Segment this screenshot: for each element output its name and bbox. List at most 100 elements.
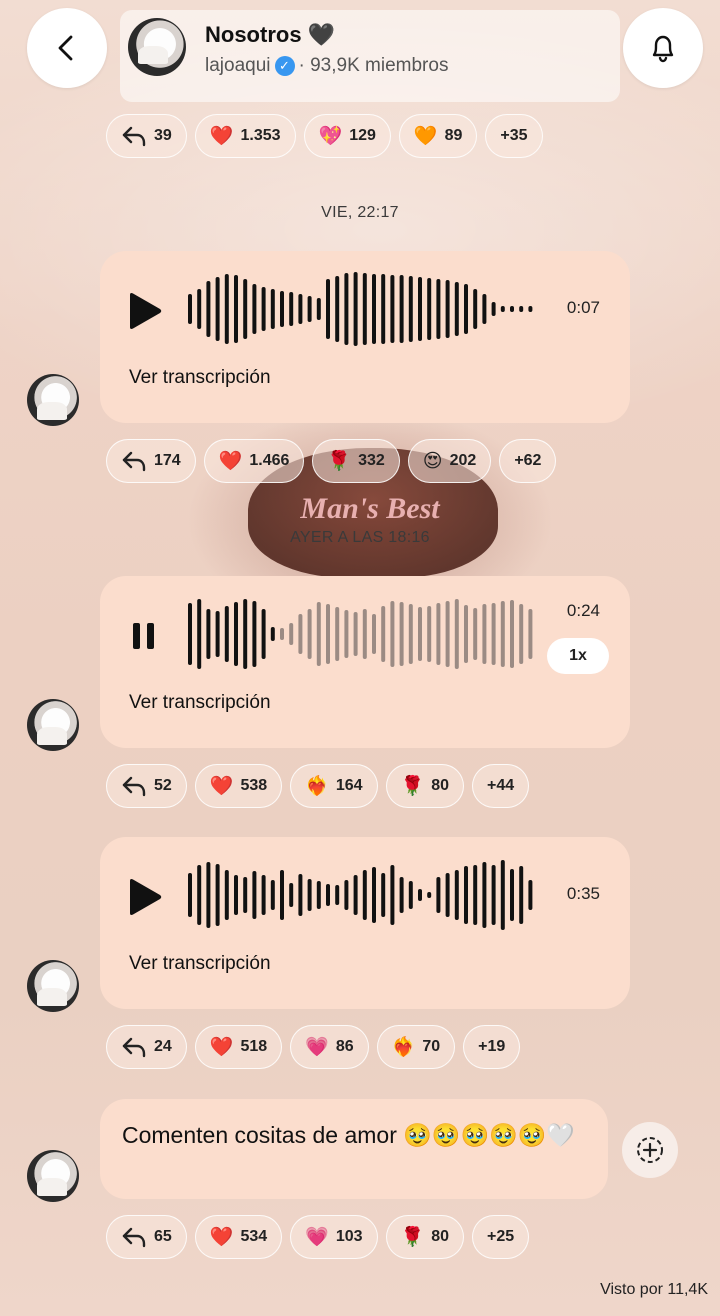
more-reactions-chip[interactable]: +25 bbox=[472, 1215, 530, 1259]
more-reactions-chip[interactable]: +44 bbox=[472, 764, 530, 808]
reaction-emoji: 💖 bbox=[318, 125, 343, 147]
reaction-emoji: ❤️‍🔥 bbox=[305, 775, 329, 797]
waveform[interactable] bbox=[186, 594, 536, 674]
waveform-bar bbox=[252, 601, 257, 667]
channel-info[interactable]: Nosotros 🖤 lajoaqui ✓ · 93,9K miembros bbox=[120, 10, 620, 102]
reply-count-chip[interactable]: 24 bbox=[106, 1025, 187, 1069]
waveform[interactable] bbox=[186, 855, 536, 935]
reaction-chip[interactable]: ❤️ 518 bbox=[194, 1025, 283, 1069]
waveform-bar bbox=[353, 612, 358, 656]
reaction-chip[interactable]: ❤️ 1.466 bbox=[203, 439, 305, 483]
voice-note-bubble[interactable]: 0:07 Ver transcripción bbox=[100, 251, 630, 423]
sender-avatar[interactable] bbox=[27, 374, 79, 426]
reaction-chip[interactable]: 😍 202 bbox=[407, 439, 492, 483]
waveform-bar bbox=[436, 279, 441, 339]
sender-avatar[interactable] bbox=[27, 1150, 79, 1202]
waveform-bar bbox=[224, 870, 229, 920]
waveform-bar bbox=[289, 883, 294, 907]
reaction-count: 332 bbox=[358, 452, 385, 469]
reaction-row: 174 ❤️ 1.466 🌹 332 😍 202 +62 bbox=[106, 439, 557, 483]
waveform-bar bbox=[261, 875, 266, 915]
waveform-bar bbox=[335, 885, 340, 905]
play-icon[interactable] bbox=[124, 291, 164, 331]
waveform-bar bbox=[243, 877, 248, 913]
waveform-bar bbox=[418, 889, 422, 901]
sender-avatar[interactable] bbox=[27, 960, 79, 1012]
reaction-emoji: 🧡 bbox=[413, 125, 438, 147]
reaction-count: 202 bbox=[449, 452, 477, 469]
reaction-chip[interactable]: 🌹 80 bbox=[385, 1215, 465, 1259]
text-message-bubble[interactable]: Comenten cositas de amor 🥹🥹🥹🥹🥹🤍 bbox=[100, 1099, 608, 1199]
waveform-bar bbox=[270, 289, 275, 329]
reaction-chip[interactable]: 💗 103 bbox=[290, 1215, 378, 1259]
waveform-bar bbox=[528, 306, 533, 312]
more-reactions-chip[interactable]: +19 bbox=[463, 1025, 521, 1069]
reaction-chip[interactable]: ❤️ 538 bbox=[194, 764, 283, 808]
waveform-bar bbox=[482, 294, 487, 324]
reaction-count: 129 bbox=[349, 127, 376, 144]
waveform-bar bbox=[289, 623, 294, 645]
reaction-chip[interactable]: 💗 86 bbox=[290, 1025, 369, 1069]
reaction-count: +25 bbox=[487, 1228, 515, 1245]
add-circle-icon bbox=[637, 1137, 663, 1163]
waveform-bar bbox=[215, 611, 220, 657]
more-reactions-chip[interactable]: +35 bbox=[485, 114, 543, 158]
waveform-bar bbox=[454, 599, 459, 669]
reaction-chip[interactable]: 🧡 89 bbox=[398, 114, 478, 158]
add-reaction-button[interactable] bbox=[622, 1122, 678, 1178]
notifications-button[interactable] bbox=[623, 8, 703, 88]
view-transcript-link[interactable]: Ver transcripción bbox=[129, 367, 271, 389]
back-button[interactable] bbox=[27, 8, 107, 88]
waveform-bar bbox=[528, 609, 533, 659]
sender-avatar[interactable] bbox=[27, 699, 79, 751]
reaction-emoji: ❤️ bbox=[209, 1226, 234, 1248]
reaction-chip[interactable]: ❤️ 534 bbox=[194, 1215, 283, 1259]
voice-note-bubble[interactable]: 0:35 Ver transcripción bbox=[100, 837, 630, 1009]
waveform-bar bbox=[270, 627, 275, 641]
reaction-chip[interactable]: 💖 129 bbox=[303, 114, 391, 158]
voice-note-bubble[interactable]: 0:24 1x Ver transcripción bbox=[100, 576, 630, 748]
reaction-emoji: ❤️ bbox=[209, 1036, 234, 1058]
waveform-bar bbox=[197, 289, 202, 329]
reaction-count: 52 bbox=[154, 777, 172, 794]
waveform-bar bbox=[510, 869, 514, 921]
view-transcript-link[interactable]: Ver transcripción bbox=[129, 692, 271, 714]
reaction-chip[interactable]: ❤️‍🔥 164 bbox=[290, 764, 378, 808]
waveform-bar bbox=[353, 272, 358, 346]
pause-icon[interactable] bbox=[124, 616, 164, 656]
waveform-bar bbox=[381, 873, 386, 917]
waveform[interactable] bbox=[186, 269, 536, 349]
reaction-count: +62 bbox=[514, 452, 542, 469]
reaction-count: 518 bbox=[240, 1038, 268, 1055]
reaction-chip[interactable]: ❤️‍🔥 70 bbox=[376, 1025, 456, 1069]
reply-count-chip[interactable]: 52 bbox=[106, 764, 187, 808]
reaction-chip[interactable]: 🌹 332 bbox=[312, 439, 400, 483]
playback-speed-button[interactable]: 1x bbox=[547, 638, 609, 674]
verified-badge-icon: ✓ bbox=[274, 56, 295, 76]
reply-count-chip[interactable]: 65 bbox=[106, 1215, 187, 1259]
reply-count-chip[interactable]: 174 bbox=[106, 439, 196, 483]
reaction-emoji: ❤️ bbox=[218, 450, 243, 472]
waveform-bar bbox=[482, 604, 487, 664]
more-reactions-chip[interactable]: +62 bbox=[499, 439, 557, 483]
reaction-count: 80 bbox=[431, 1228, 450, 1245]
waveform-bar bbox=[326, 884, 330, 906]
reply-count-chip[interactable]: 39 bbox=[106, 114, 187, 158]
reaction-chip[interactable]: ❤️ 1.353 bbox=[194, 114, 296, 158]
reaction-count: 164 bbox=[335, 777, 363, 794]
reaction-chip[interactable]: 🌹 80 bbox=[385, 764, 465, 808]
view-transcript-link[interactable]: Ver transcripción bbox=[129, 953, 271, 975]
seen-count: Visto por 11,4K bbox=[600, 1281, 708, 1298]
waveform-bar bbox=[261, 287, 266, 331]
waveform-bar bbox=[316, 298, 321, 320]
waveform-bar bbox=[234, 875, 238, 915]
waveform-bar bbox=[408, 881, 413, 909]
waveform-bar bbox=[372, 614, 376, 654]
reaction-count: 65 bbox=[154, 1228, 172, 1245]
waveform-bar bbox=[353, 875, 358, 915]
waveform-bar bbox=[234, 275, 238, 343]
reply-icon bbox=[122, 451, 146, 472]
waveform-bar bbox=[252, 284, 257, 334]
play-icon[interactable] bbox=[124, 877, 164, 917]
waveform-bar bbox=[500, 860, 505, 930]
